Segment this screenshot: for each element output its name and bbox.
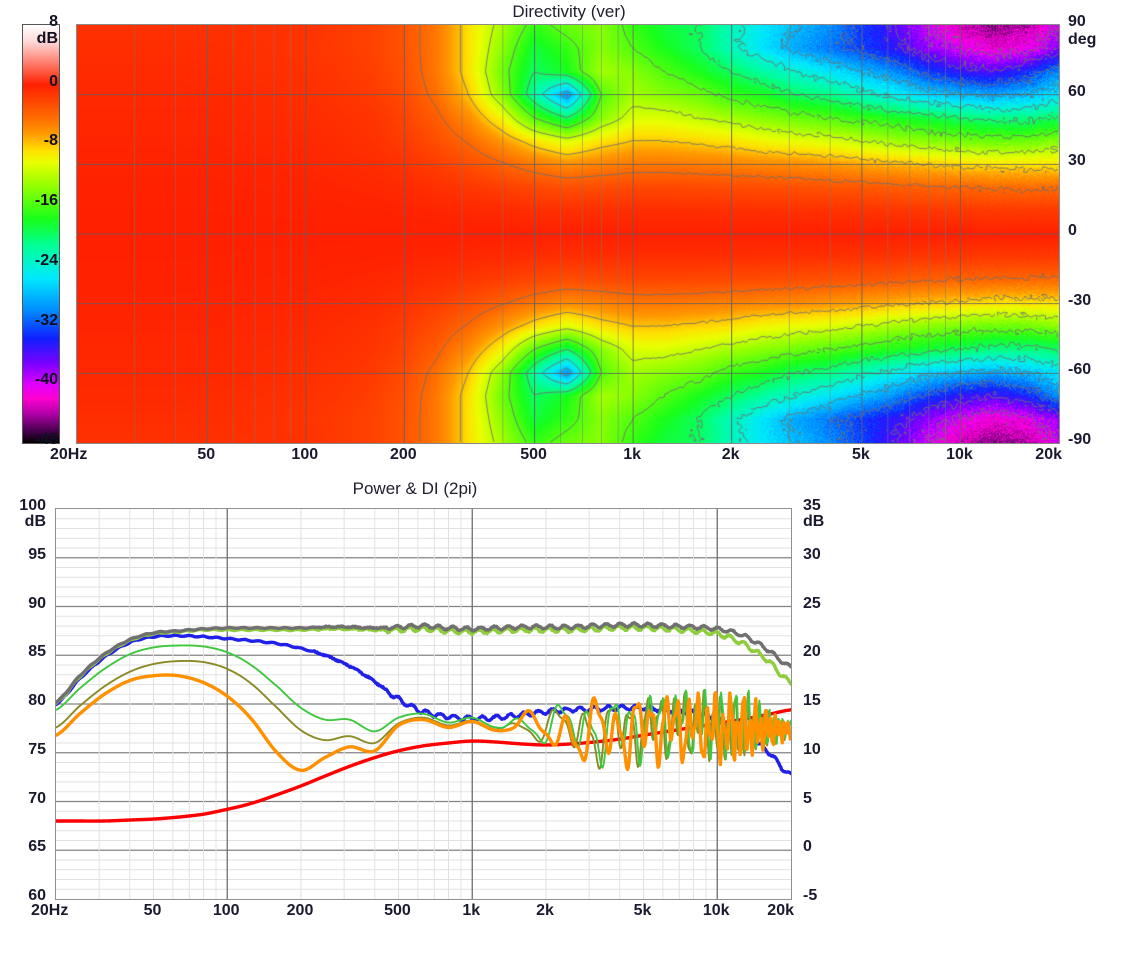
directivity-freq-tick-100: 100 [291, 446, 319, 463]
colorbar-tick-neg8: -8 [43, 132, 58, 150]
power-di-chart-title: Power & DI (2pi) [352, 479, 478, 498]
di-tick-25: 25 [803, 594, 821, 612]
power-di-plot-area [55, 508, 792, 900]
directivity-freq-tick-20Hz: 20Hz [50, 446, 88, 463]
directivity-report-page: Directivity (ver) 8 0 -8 -16 -24 -32 -40 -48 dB … [0, 0, 1138, 955]
di-tick-20: 20 [803, 643, 821, 661]
power-tick-70: 70 [28, 789, 46, 807]
directivity-freq-tick-2k: 2k [721, 446, 740, 463]
power-right-unit-label: dB [803, 513, 825, 530]
di-tick-5: 5 [803, 789, 812, 807]
power-tick-95: 95 [28, 545, 46, 563]
directivity-freq-tick-20k: 20k [1035, 446, 1062, 463]
power-di-left-axis: 100 95 90 85 80 75 70 65 60 dB [0, 478, 52, 938]
directivity-chart-title: Directivity (ver) [512, 2, 626, 21]
power-freq-tick-100: 100 [212, 902, 240, 919]
angle-tick-neg30: -30 [1068, 291, 1092, 309]
power-di-right-axis: 35 30 25 20 15 10 5 0 -5 dB [795, 478, 855, 938]
directivity-freq-tick-1k: 1k [623, 446, 642, 463]
directivity-freq-tick-10k: 10k [946, 446, 973, 463]
directivity-freq-tick-500: 500 [520, 446, 547, 463]
di-tick-30: 30 [803, 545, 821, 563]
di-tick-35: 35 [803, 497, 821, 514]
colorbar-tick-neg16: -16 [34, 192, 58, 210]
power-freq-tick-50: 50 [143, 902, 162, 919]
power-freq-tick-20k: 20k [767, 902, 794, 919]
directivity-angle-axis: 90 60 30 0 -30 -60 -90 deg [1062, 0, 1138, 478]
colorbar-tick-8: 8 [49, 13, 58, 30]
power-freq-tick-20Hz: 20Hz [31, 902, 69, 919]
colorbar-tick-labels: 8 0 -8 -16 -24 -32 -40 -48 dB [0, 0, 78, 478]
power-freq-tick-500: 500 [384, 902, 411, 919]
power-tick-80: 80 [28, 692, 46, 709]
angle-tick-30: 30 [1068, 152, 1086, 170]
angle-tick-90: 90 [1068, 13, 1086, 30]
colorbar-unit-label: dB [36, 30, 58, 47]
directivity-freq-tick-50: 50 [197, 446, 216, 463]
di-tick-10: 10 [803, 740, 821, 758]
power-tick-75: 75 [28, 740, 46, 758]
heatmap-canvas [77, 25, 1059, 443]
colorbar-tick-neg32: -32 [34, 311, 58, 329]
directivity-heatmap [76, 24, 1060, 444]
power-freq-tick-2k: 2k [536, 902, 554, 919]
colorbar-tick-0: 0 [49, 72, 58, 90]
power-freq-tick-5k: 5k [633, 902, 652, 919]
power-tick-100: 100 [19, 497, 46, 514]
di-tick-15: 15 [803, 692, 821, 709]
directivity-panel: Directivity (ver) 8 0 -8 -16 -24 -32 -40 -48 dB … [0, 0, 1138, 478]
directivity-freq-tick-5k: 5k [852, 446, 870, 463]
directivity-freq-tick-200: 200 [389, 446, 417, 463]
power-di-frequency-axis: 20Hz 50 100 200 500 1k 2k 5k 10k 20k [0, 900, 830, 934]
di-tick-0: 0 [803, 838, 812, 856]
colorbar-tick-neg24: -24 [34, 251, 58, 269]
power-freq-tick-1k: 1k [462, 902, 481, 919]
directivity-frequency-axis: 20Hz 50 100 200 500 1k 2k 5k 10k 20k [0, 444, 1138, 478]
power-di-panel: Power & DI (2pi) 100 95 90 85 80 75 70 65 60 dB 3… [0, 478, 1138, 955]
angle-unit-label: deg [1068, 31, 1097, 48]
angle-tick-60: 60 [1068, 82, 1086, 100]
power-di-curves [56, 621, 791, 823]
power-freq-tick-200: 200 [286, 902, 314, 919]
power-tick-85: 85 [28, 643, 46, 661]
angle-tick-0: 0 [1068, 222, 1077, 239]
power-tick-65: 65 [28, 838, 46, 856]
colorbar-tick-neg40: -40 [34, 371, 58, 389]
power-left-unit-label: dB [24, 513, 46, 530]
angle-tick-neg60: -60 [1068, 361, 1092, 379]
power-tick-90: 90 [28, 594, 46, 612]
